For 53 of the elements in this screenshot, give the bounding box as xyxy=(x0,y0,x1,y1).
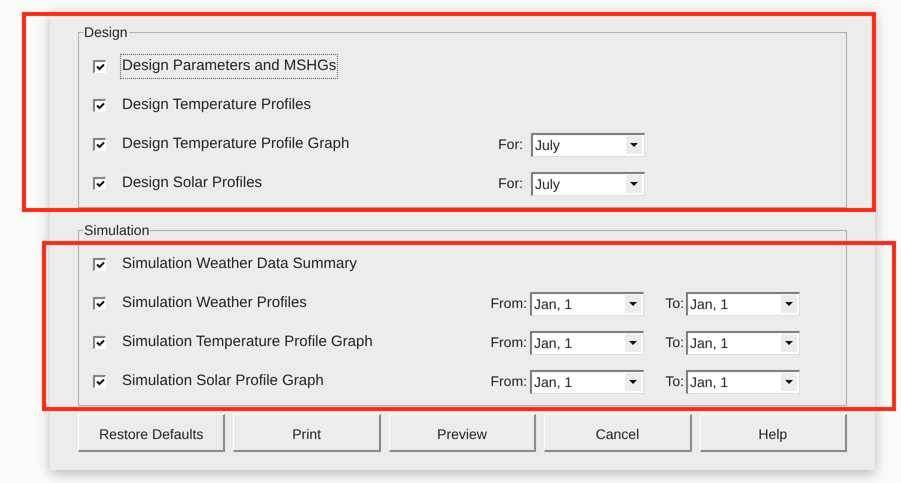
checkbox[interactable] xyxy=(93,60,106,73)
checkbox-label: Design Temperature Profile Graph xyxy=(121,134,350,154)
caret-icon xyxy=(625,334,641,352)
checkbox[interactable] xyxy=(93,297,106,310)
to-label: To: xyxy=(664,372,684,391)
check-icon xyxy=(96,141,104,149)
caret-icon xyxy=(781,295,797,313)
checkbox-label: Design Solar Profiles xyxy=(121,173,264,194)
to-label: To: xyxy=(664,333,684,352)
checkbox[interactable] xyxy=(93,336,106,349)
dialog-button[interactable]: Preview xyxy=(388,414,536,452)
for-label: For: xyxy=(497,174,523,193)
checkbox[interactable] xyxy=(93,177,106,190)
from-label: From: xyxy=(489,372,527,391)
caret-icon xyxy=(625,373,641,391)
check-icon xyxy=(96,300,104,308)
checkbox[interactable] xyxy=(93,258,106,271)
checkbox-label: Simulation Solar Profile Graph xyxy=(121,371,325,392)
dropdown[interactable]: Jan, 1 xyxy=(530,292,644,316)
dropdown[interactable]: Jan, 1 xyxy=(530,370,644,394)
check-icon xyxy=(96,339,104,347)
caret-icon xyxy=(626,136,642,154)
checkbox[interactable] xyxy=(93,138,106,151)
dropdown[interactable]: Jan, 1 xyxy=(530,330,644,354)
caret-icon xyxy=(626,175,642,193)
caret-icon xyxy=(781,373,797,391)
checkbox[interactable] xyxy=(93,375,106,388)
caret-icon xyxy=(625,295,641,313)
dialog-button[interactable]: Restore Defaults xyxy=(78,414,226,452)
check-icon xyxy=(96,180,104,188)
dropdown[interactable]: Jan, 1 xyxy=(686,370,800,394)
dialog-button[interactable]: Print xyxy=(233,414,381,452)
check-icon xyxy=(96,378,104,386)
dialog-button[interactable]: Help xyxy=(700,414,848,452)
checkbox-label: Design Temperature Profiles xyxy=(121,95,312,116)
dropdown[interactable]: Jan, 1 xyxy=(686,330,800,354)
checkbox-label: Design Parameters and MSHGs xyxy=(120,54,338,79)
to-label: To: xyxy=(664,294,684,313)
checkbox-label: Simulation Weather Profiles xyxy=(121,293,308,314)
dropdown[interactable]: July xyxy=(531,132,645,156)
caret-icon xyxy=(781,334,797,352)
dropdown[interactable]: Jan, 1 xyxy=(686,292,800,316)
dropdown[interactable]: July xyxy=(531,172,645,196)
check-icon xyxy=(96,63,104,71)
checkbox-label: Simulation Temperature Profile Graph xyxy=(121,332,374,352)
checkbox[interactable] xyxy=(93,99,106,112)
check-icon xyxy=(96,261,104,269)
from-label: From: xyxy=(489,333,527,352)
checkbox-label: Simulation Weather Data Summary xyxy=(121,254,358,274)
from-label: From: xyxy=(489,294,527,313)
dialog-button[interactable]: Cancel xyxy=(544,414,692,452)
check-icon xyxy=(96,102,104,110)
for-label: For: xyxy=(497,135,523,154)
